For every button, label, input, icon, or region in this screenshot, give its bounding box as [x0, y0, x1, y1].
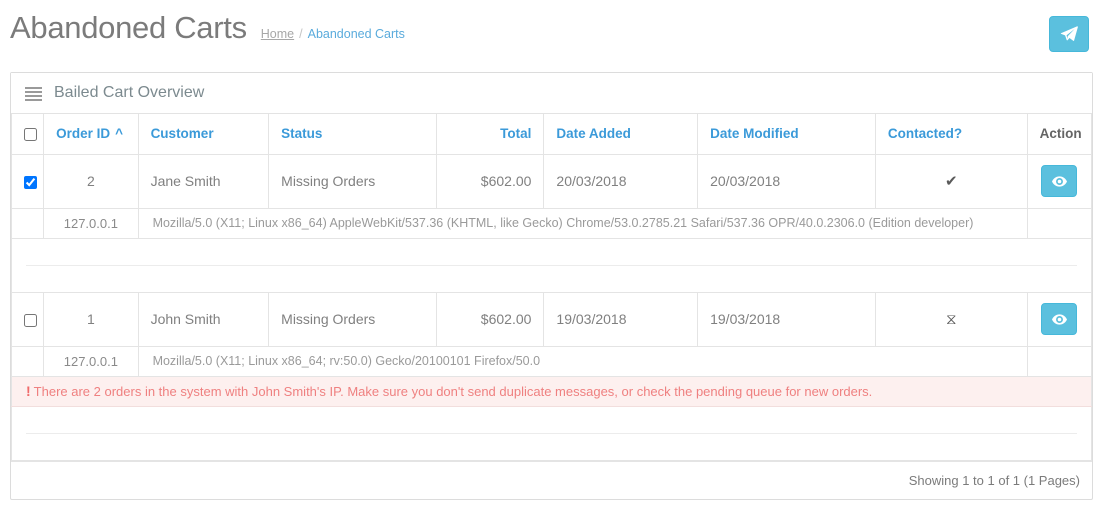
- exclamation-icon: !: [26, 383, 31, 399]
- row-separator-cell: [11, 237, 1092, 293]
- table-header: Order ID ^ Customer Status Total Date Add…: [10, 114, 1093, 155]
- table-row: 2 Jane Smith Missing Orders $602.00 20/0…: [10, 153, 1093, 209]
- eye-icon: [1051, 175, 1067, 187]
- ua-spacer-cell: [10, 345, 45, 377]
- cell-action: [1026, 291, 1093, 347]
- separator-rule: [26, 433, 1077, 434]
- column-header-order-id-label: Order ID: [56, 126, 111, 142]
- table-header-row: Order ID ^ Customer Status Total Date Add…: [10, 114, 1093, 155]
- column-header-action: Action: [1026, 114, 1093, 155]
- page-title: Abandoned Carts: [10, 10, 247, 45]
- column-header-status[interactable]: Status: [268, 114, 437, 155]
- ua-action-spacer-cell: [1026, 345, 1093, 377]
- column-header-total[interactable]: Total: [435, 114, 545, 155]
- column-header-select: [10, 114, 45, 155]
- sort-asc-caret-icon: ^: [115, 126, 124, 142]
- cell-ip: 127.0.0.1: [43, 207, 139, 239]
- row-separator-cell: [11, 405, 1092, 461]
- breadcrumb-current[interactable]: Abandoned Carts: [308, 27, 405, 41]
- cell-total: $602.00: [435, 153, 545, 209]
- cell-date-added: 19/03/2018: [543, 291, 699, 347]
- panel-title: Bailed Cart Overview: [54, 84, 205, 101]
- view-order-button[interactable]: [1041, 303, 1078, 335]
- separator-rule: [26, 265, 1077, 266]
- column-header-date-modified[interactable]: Date Modified: [697, 114, 876, 155]
- cell-date-modified: 20/03/2018: [697, 153, 876, 209]
- column-header-order-id[interactable]: Order ID ^: [43, 114, 139, 155]
- duplicate-ip-warning-cell: ! There are 2 orders in the system with J…: [11, 375, 1092, 407]
- paper-plane-icon: [1060, 25, 1078, 43]
- row-separator: [11, 237, 1092, 293]
- cell-contacted: ✔: [874, 153, 1028, 209]
- cell-order-id: 2: [43, 153, 139, 209]
- cell-order-id: 1: [43, 291, 139, 347]
- send-messages-button[interactable]: [1049, 16, 1089, 52]
- cell-ip: 127.0.0.1: [43, 345, 139, 377]
- table-row-useragent: 127.0.0.1 Mozilla/5.0 (X11; Linux x86_64…: [10, 207, 1093, 239]
- cell-customer: Jane Smith: [137, 153, 270, 209]
- ua-action-spacer-cell: [1026, 207, 1093, 239]
- row-select-checkbox[interactable]: [24, 313, 37, 327]
- row-separator: [11, 405, 1092, 461]
- view-order-button[interactable]: [1041, 165, 1078, 197]
- breadcrumb: Home / Abandoned Carts: [261, 8, 405, 54]
- column-header-date-added[interactable]: Date Added: [543, 114, 699, 155]
- page-root: Abandoned Carts Home / Abandoned Carts Bai…: [0, 0, 1103, 510]
- duplicate-ip-warning-text: There are 2 orders in the system with Jo…: [33, 384, 873, 399]
- cell-user-agent: Mozilla/5.0 (X11; Linux x86_64) AppleWeb…: [137, 207, 1028, 239]
- cell-action: [1026, 153, 1093, 209]
- column-header-contacted[interactable]: Contacted?: [874, 114, 1028, 155]
- table-row: 1 John Smith Missing Orders $602.00 19/0…: [10, 291, 1093, 347]
- cell-total: $602.00: [435, 291, 545, 347]
- cell-user-agent: Mozilla/5.0 (X11; Linux x86_64; rv:50.0)…: [137, 345, 1028, 377]
- ua-spacer-cell: [10, 207, 45, 239]
- row-select-checkbox[interactable]: [24, 175, 37, 189]
- cell-date-modified: 19/03/2018: [697, 291, 876, 347]
- page-header: Abandoned Carts Home / Abandoned Carts: [0, 0, 1103, 60]
- panel-header: Bailed Cart Overview: [11, 73, 1092, 114]
- panel-footer: Showing 1 to 1 of 1 (1 Pages): [11, 460, 1092, 499]
- pagination-summary: Showing 1 to 1 of 1 (1 Pages): [908, 472, 1080, 488]
- cell-contacted: ⧖: [874, 291, 1028, 347]
- duplicate-ip-warning: ! There are 2 orders in the system with J…: [11, 375, 1092, 407]
- breadcrumb-separator: /: [299, 27, 303, 41]
- hourglass-icon: ⧖: [946, 311, 957, 328]
- eye-icon: [1051, 313, 1067, 325]
- cell-status: Missing Orders: [268, 291, 437, 347]
- table-row-useragent: 127.0.0.1 Mozilla/5.0 (X11; Linux x86_64…: [10, 345, 1093, 377]
- abandoned-carts-panel: Bailed Cart Overview Order ID ^ Customer …: [10, 72, 1093, 500]
- cell-status: Missing Orders: [268, 153, 437, 209]
- row-select-cell: [10, 291, 45, 347]
- cell-customer: John Smith: [137, 291, 270, 347]
- list-icon: [25, 86, 42, 101]
- cell-date-added: 20/03/2018: [543, 153, 699, 209]
- column-header-customer[interactable]: Customer: [137, 114, 270, 155]
- table-body: 2 Jane Smith Missing Orders $602.00 20/0…: [10, 153, 1093, 461]
- abandoned-carts-table: Order ID ^ Customer Status Total Date Add…: [10, 114, 1093, 461]
- select-all-checkbox[interactable]: [24, 128, 37, 142]
- check-icon: ✔: [944, 173, 958, 190]
- breadcrumb-home[interactable]: Home: [261, 27, 294, 41]
- row-select-cell: [10, 153, 45, 209]
